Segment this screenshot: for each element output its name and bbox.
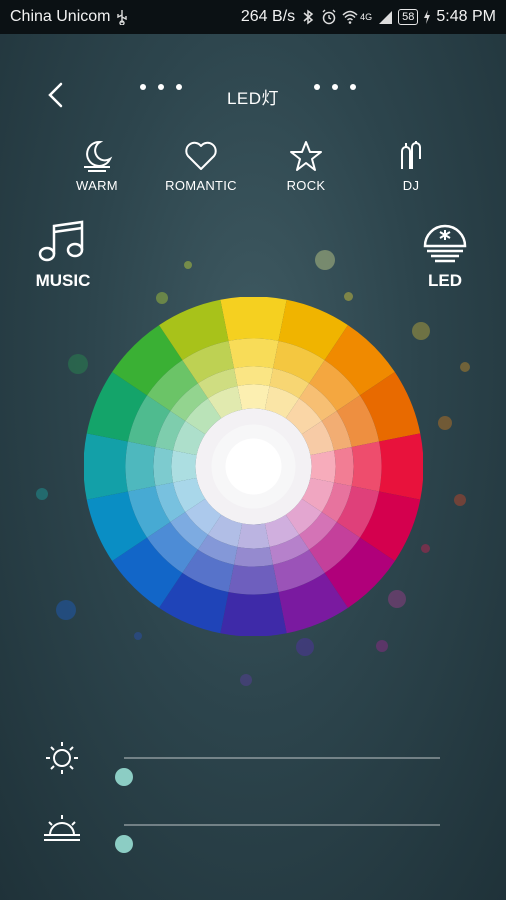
page-title: LED灯 [226,89,280,108]
bokeh-dot [315,250,335,270]
bokeh-dot [460,362,470,372]
chevron-left-icon [48,82,63,108]
color-wheel[interactable] [84,297,423,636]
title-dots-right [314,84,356,90]
alarm-icon [322,9,336,25]
color-wheel-segment[interactable] [237,384,270,410]
bluetooth-icon [303,9,314,25]
warmth-slider-row [40,805,440,853]
usb-icon [117,10,128,25]
color-wheel-segment[interactable] [351,441,382,492]
color-wheel-segment[interactable] [233,546,274,567]
music-note-icon [38,220,84,262]
status-right: 264 B/s 4G 58 5:48 PM [241,8,496,26]
mode-dj-label: DJ [402,178,420,193]
color-wheel-segment[interactable] [84,433,128,500]
color-wheel-segment[interactable] [171,450,197,483]
color-wheel-segment[interactable] [237,523,270,549]
color-wheel-segment[interactable] [379,433,423,500]
bokeh-dot [296,638,314,656]
sun-icon [46,742,78,774]
color-wheel-segment[interactable] [125,441,156,492]
mode-romantic-label: ROMANTIC [165,178,237,193]
brightness-slider-thumb[interactable] [115,768,133,786]
bokeh-dot [376,640,388,652]
mode-rock-label: ROCK [286,178,326,193]
moon-icon [84,140,113,172]
color-wheel-segment[interactable] [233,366,274,387]
led-lamp-icon [423,224,467,263]
color-wheel-white-center[interactable] [225,438,282,495]
signal-icon [379,11,393,24]
warmth-slider-thumb[interactable] [115,835,133,853]
color-wheel-segment[interactable] [228,338,279,369]
sunrise-icon [44,815,80,841]
wifi-icon [342,10,358,24]
color-wheel-segment[interactable] [220,297,287,341]
title-dots-left [140,84,182,90]
warmth-slider[interactable] [115,824,440,853]
bokeh-dot [454,494,466,506]
mode-dj[interactable]: DJ [366,138,456,193]
color-wheel-segment[interactable] [333,446,354,487]
led-button[interactable]: LED [400,218,490,291]
bokeh-dot [438,416,452,430]
status-bar: China Unicom 264 B/s 4G 58 5:48 PM [0,0,506,34]
status-left: China Unicom [10,8,130,26]
bokeh-dot [36,488,48,500]
mode-rock[interactable]: ROCK [261,138,351,193]
heart-icon [185,141,217,170]
star-icon [290,141,322,171]
bokeh-dot [240,674,252,686]
bokeh-dot [56,600,76,620]
mode-warm-label: WARM [76,178,118,193]
battery-level: 58 [398,9,419,25]
music-button[interactable]: MUSIC [18,218,108,291]
color-wheel-segment[interactable] [220,592,287,636]
color-wheel-segment[interactable] [153,446,174,487]
brightness-slider[interactable] [115,757,440,786]
carrier-label: China Unicom [10,8,111,25]
mode-warm[interactable]: WARM [52,138,142,193]
clock: 5:48 PM [436,8,496,25]
music-label: MUSIC [35,271,91,290]
brightness-slider-row [40,738,440,786]
color-wheel-segment[interactable] [310,450,336,483]
dj-icon [401,141,421,169]
color-wheel-segment[interactable] [228,564,279,595]
charging-icon [424,10,431,24]
network-type: 4G [360,12,373,22]
bokeh-dot [184,261,192,269]
network-speed: 264 B/s [240,8,296,25]
led-label: LED [428,271,462,290]
mode-romantic[interactable]: ROMANTIC [156,138,246,193]
back-button[interactable] [38,78,72,112]
